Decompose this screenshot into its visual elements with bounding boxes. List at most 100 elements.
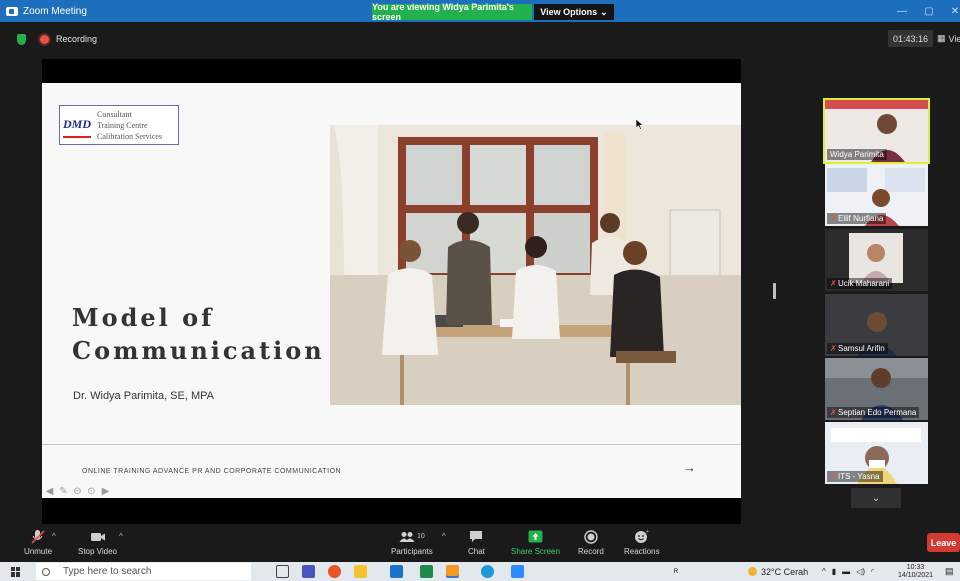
wifi-icon[interactable]: ◜ xyxy=(871,567,874,576)
next-arrow-icon: → xyxy=(683,460,696,475)
teams-icon[interactable] xyxy=(302,565,315,578)
video-options-caret-icon[interactable]: ^ xyxy=(119,532,123,541)
more-options-icon[interactable]: ⊙ xyxy=(86,486,97,497)
participant-name: Widya Parimita xyxy=(827,149,887,160)
people-icon[interactable]: ᴿ xyxy=(674,563,678,580)
participant-tile[interactable]: ✗ Samsul Arifin xyxy=(825,294,928,356)
maximize-icon[interactable]: ▢ xyxy=(915,0,943,22)
participant-tile[interactable]: Widya Parimita xyxy=(823,98,930,164)
view-options-button[interactable]: View Options ⌄ xyxy=(534,4,614,20)
participant-tile[interactable]: ✗ Ellif Nurfiana xyxy=(825,164,928,226)
company-logo: DMD Consultant Training Centre Calibrati… xyxy=(59,105,179,145)
record-label: Record xyxy=(578,547,604,556)
participants-icon: 10 xyxy=(399,527,425,546)
participant-tile[interactable]: ✗ Septian Edo Permana xyxy=(825,358,928,420)
audio-options-caret-icon[interactable]: ^ xyxy=(52,532,56,541)
chevron-down-icon: ⌄ xyxy=(871,492,881,504)
participant-name: ✗ Samsul Arifin xyxy=(827,343,888,354)
edge-icon[interactable] xyxy=(481,565,494,578)
sun-icon xyxy=(748,567,757,576)
share-screen-label: Share Screen xyxy=(511,547,560,556)
pen-icon[interactable]: ✎ xyxy=(58,486,69,497)
reactions-button[interactable]: + Reactions xyxy=(624,527,660,556)
close-icon[interactable]: ✕ xyxy=(941,0,960,22)
taskbar-clock[interactable]: 10:33 14/10/2021 xyxy=(898,563,933,580)
network-icon[interactable]: ▮ xyxy=(832,567,836,576)
logo-mark: DMD xyxy=(63,112,91,138)
view-label: View xyxy=(948,33,960,44)
next-slide-icon[interactable]: ▶ xyxy=(100,486,111,497)
leave-button[interactable]: Leave xyxy=(927,533,960,552)
window-title: Zoom Meeting xyxy=(23,5,87,17)
photos-icon[interactable] xyxy=(446,565,459,578)
chrome-icon[interactable] xyxy=(328,565,341,578)
weather-text: 32°C Cerah xyxy=(761,566,809,577)
reactions-label: Reactions xyxy=(624,547,660,556)
muted-mic-icon: ✗ xyxy=(830,278,837,288)
zoom-meeting-window: Zoom Meeting You are viewing Widya Parim… xyxy=(0,0,960,581)
shield-icon[interactable] xyxy=(17,33,26,45)
mouse-cursor-icon xyxy=(636,119,644,130)
slide-author: Dr. Widya Parimita, SE, MPA xyxy=(73,390,214,402)
meeting-status-bar: Recording xyxy=(0,28,960,50)
participant-tile[interactable]: ✗ ITS - Yasna xyxy=(825,422,928,484)
previous-slide-icon[interactable]: ◀ xyxy=(44,486,55,497)
clock-date: 14/10/2021 xyxy=(898,571,934,579)
grid-icon: ▦ xyxy=(937,33,946,43)
weather-widget[interactable]: 32°C Cerah xyxy=(748,563,808,580)
slide-title-line: Model of xyxy=(72,303,215,332)
battery-icon[interactable]: ▬ xyxy=(842,567,850,576)
participants-options-caret-icon[interactable]: ^ xyxy=(442,532,446,541)
participants-button[interactable]: 10 Participants xyxy=(391,527,433,556)
meeting-toolbar: Unmute ^ Stop Video ^ 10 Participants ^ … xyxy=(0,525,960,560)
logo-line: Consultant xyxy=(97,109,132,119)
share-screen-button[interactable]: Share Screen xyxy=(511,527,560,556)
meeting-timer: 01:43:16 xyxy=(888,30,934,47)
view-layout-button[interactable]: ▦ View xyxy=(937,30,960,47)
participants-count: 10 xyxy=(417,533,425,540)
chevron-up-icon[interactable]: ^ xyxy=(822,567,826,576)
participant-name: ✗ Ellif Nurfiana xyxy=(827,213,887,224)
task-view-icon[interactable] xyxy=(276,565,289,578)
slide-footer: ONLINE TRAINING ADVANCE PR AND CORPORATE… xyxy=(82,468,342,475)
stop-video-button[interactable]: Stop Video xyxy=(78,527,117,556)
recording-icon xyxy=(40,34,49,44)
muted-mic-icon: ✗ xyxy=(830,407,837,417)
windows-start-icon[interactable] xyxy=(11,566,21,577)
record-button[interactable]: Record xyxy=(578,527,604,556)
chat-button[interactable]: Chat xyxy=(468,527,485,556)
clock-time: 10:33 xyxy=(906,563,925,571)
slide-title-line: Communication xyxy=(72,336,325,365)
participant-name-text: Samsul Arifin xyxy=(838,344,885,353)
zoom-taskbar-icon[interactable] xyxy=(511,565,524,578)
excel-icon[interactable] xyxy=(420,565,433,578)
taskbar-search-input[interactable]: Type here to search xyxy=(36,563,251,580)
participant-name: ✗ Septian Edo Permana xyxy=(827,407,920,418)
search-placeholder: Type here to search xyxy=(63,566,152,577)
view-options-label: View Options xyxy=(540,7,598,17)
file-explorer-icon[interactable] xyxy=(354,565,367,578)
notifications-icon[interactable]: ▤ xyxy=(945,563,954,580)
logo-line: Calibration Services xyxy=(97,131,163,141)
slideshow-tools: ◀ ✎ ⊖ ⊙ ▶ xyxy=(44,486,111,497)
system-tray: ^ ▮ ▬ ◁) ◜ xyxy=(822,563,874,580)
chat-label: Chat xyxy=(468,547,485,556)
logo-text: Consultant Training Centre Calibration S… xyxy=(97,109,162,142)
slide-title: Model of Communication xyxy=(72,301,325,367)
more-participants-button[interactable]: ⌄ xyxy=(851,488,901,508)
video-camera-icon xyxy=(90,527,106,546)
unmute-button[interactable]: Unmute xyxy=(24,527,52,556)
logo-line: Training Centre xyxy=(97,120,148,130)
participant-name-text: Septian Edo Permana xyxy=(838,408,917,417)
shared-screen[interactable]: DMD Consultant Training Centre Calibrati… xyxy=(42,59,741,524)
chevron-down-icon: ⌄ xyxy=(600,6,608,17)
volume-icon[interactable]: ◁) xyxy=(856,567,865,576)
slides-icon[interactable]: ⊖ xyxy=(72,486,83,497)
panel-splitter[interactable] xyxy=(773,283,776,299)
participant-tile[interactable]: ✗ Ucik Maharani xyxy=(825,229,928,291)
zoom-app-icon xyxy=(6,6,18,16)
participant-name-text: Ellif Nurfiana xyxy=(838,214,884,223)
mail-icon[interactable] xyxy=(390,565,403,578)
record-icon xyxy=(584,527,598,546)
minimize-icon[interactable]: — xyxy=(888,0,916,22)
